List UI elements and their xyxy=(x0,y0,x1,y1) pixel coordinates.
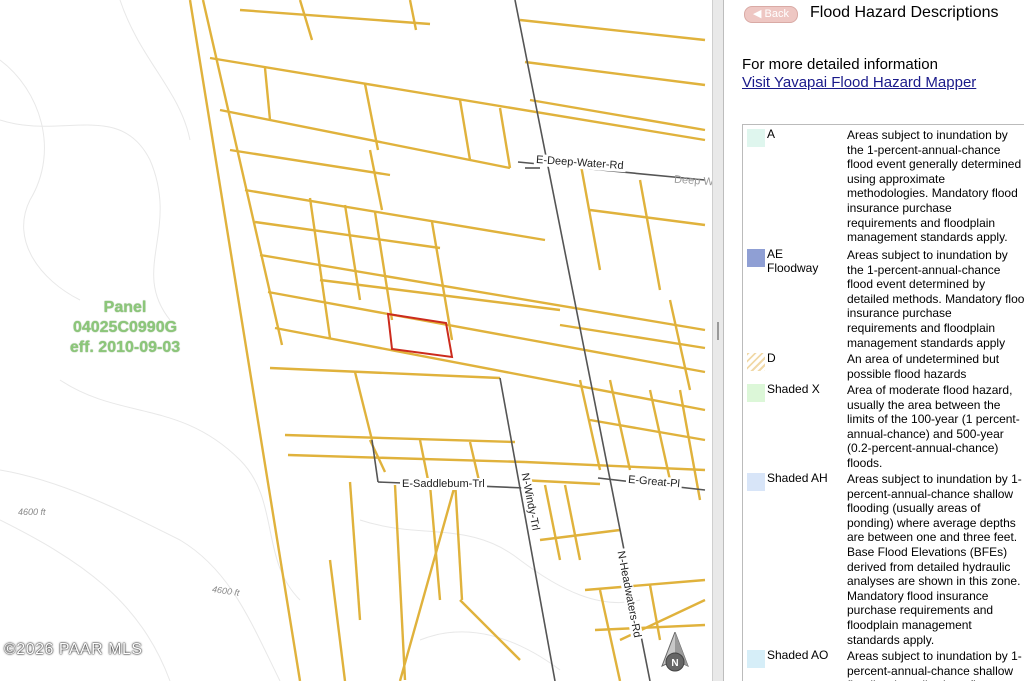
road-label-saddlebum: E-Saddlebum-Trl xyxy=(400,478,487,490)
legend-row: A Areas subject to inundation by the 1-p… xyxy=(743,125,1024,245)
more-info-text: For more detailed information xyxy=(742,56,938,73)
panel-label-line2: 04025C0990G xyxy=(72,319,178,336)
panel-label-line3: eff. 2010-09-03 xyxy=(69,339,181,356)
legend-row: Shaded X Area of moderate flood hazard, … xyxy=(743,380,1024,470)
back-button[interactable]: ◀ Back xyxy=(744,6,798,23)
legend-row: D An area of undetermined but possible f… xyxy=(743,349,1024,381)
zone-name: AE Floodway xyxy=(767,247,819,275)
legend-row: AE Floodway Areas subject to inundation … xyxy=(743,245,1024,350)
zone-name: A xyxy=(767,127,776,141)
zone-swatch xyxy=(747,473,765,491)
splitter-grip-icon[interactable] xyxy=(717,322,719,340)
back-label: Back xyxy=(764,8,789,20)
flood-hazard-mapper-link[interactable]: Visit Yavapai Flood Hazard Mapper xyxy=(742,74,976,91)
zone-description: Areas subject to inundation by 1- percen… xyxy=(847,649,1022,681)
zone-name: D xyxy=(767,351,776,365)
panel-splitter[interactable] xyxy=(712,0,724,681)
contour-label: 4600 ft xyxy=(18,507,46,517)
flood-zone-legend: A Areas subject to inundation by the 1-p… xyxy=(742,124,1024,681)
legend-row: Shaded AH Areas subject to inundation by… xyxy=(743,469,1024,647)
zone-description: Area of moderate flood hazard, usually t… xyxy=(847,383,1020,470)
mls-watermark: ©2026 PAAR MLS xyxy=(4,641,143,658)
zone-description: An area of undetermined but possible flo… xyxy=(847,352,1000,381)
zone-name: Shaded AO xyxy=(767,648,829,662)
zone-description: Areas subject to inundation by the 1-per… xyxy=(847,248,1024,350)
flood-hazard-panel: ◀ Back Flood Hazard Descriptions For mor… xyxy=(724,0,1024,681)
panel-label-line1: Panel xyxy=(103,299,147,316)
panel-title: Flood Hazard Descriptions xyxy=(810,4,999,21)
north-arrow-icon: N xyxy=(660,632,690,680)
back-arrow-icon: ◀ xyxy=(753,8,762,20)
zone-description: Areas subject to inundation by the 1-per… xyxy=(847,128,1022,245)
legend-row: Shaded AO Areas subject to inundation by… xyxy=(743,646,1024,681)
zone-swatch xyxy=(747,353,765,371)
zone-name: Shaded AH xyxy=(767,471,828,485)
flood-map[interactable]: E-Deep-Water-Rd Deep W E-Saddlebum-Trl N… xyxy=(0,0,712,681)
fema-panel-label: Panel 04025C0990G eff. 2010-09-03 xyxy=(40,298,210,358)
zone-name: Shaded X xyxy=(767,382,820,396)
zone-description: Areas subject to inundation by 1- percen… xyxy=(847,472,1022,647)
zone-swatch xyxy=(747,650,765,668)
zone-swatch xyxy=(747,384,765,402)
zone-swatch xyxy=(747,249,765,267)
zone-swatch xyxy=(747,129,765,147)
compass-letter: N xyxy=(671,658,678,669)
